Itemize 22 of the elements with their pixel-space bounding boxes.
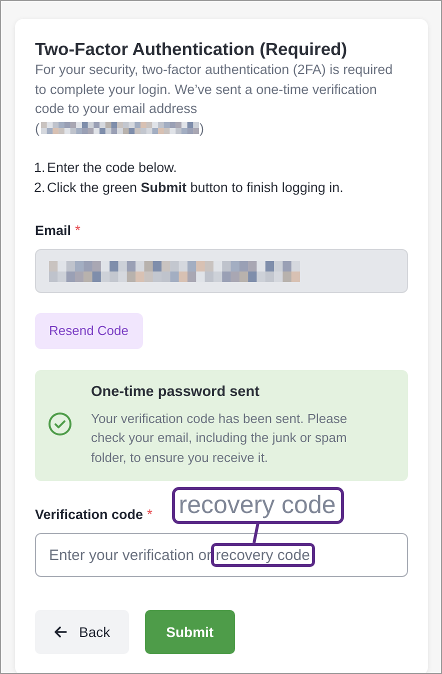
required-asterisk: * [75,221,80,240]
submit-button[interactable]: Submit [145,610,235,654]
verification-code-field[interactable]: Enter your verification or recovery code [35,533,408,578]
alert-title: One-time password sent [91,382,260,402]
check-circle-icon [48,412,72,436]
leader-line [250,523,262,543]
resend-code-button[interactable]: Resend Code [35,313,142,349]
verification-label: Verification code [35,506,144,524]
email-label: Email [35,222,72,240]
parenthesis: ) [200,120,204,138]
parenthesis: ( [35,120,40,138]
page-title: Two-Factor Authentication (Required) [35,38,348,60]
alert-text: Your verification code has been sent. Please check your email, including the junk or spam folder, to ensure you receive it. [91,410,348,467]
step-number: 1. [34,159,46,177]
required-asterisk: * [147,505,152,524]
step-text: Click the green Submit button to finish logging in. [47,178,344,197]
step-text: Enter the code below. [47,159,177,177]
magnified-callout: recovery code [172,487,344,524]
arrow-left-icon [54,626,67,638]
back-button[interactable]: Back [35,610,130,654]
step-number: 2. [34,178,46,196]
intro-text: For your security, two-factor authentication (2FA) is required to complete your login. We’ve sent a one-time verification code to your email address [35,61,394,118]
